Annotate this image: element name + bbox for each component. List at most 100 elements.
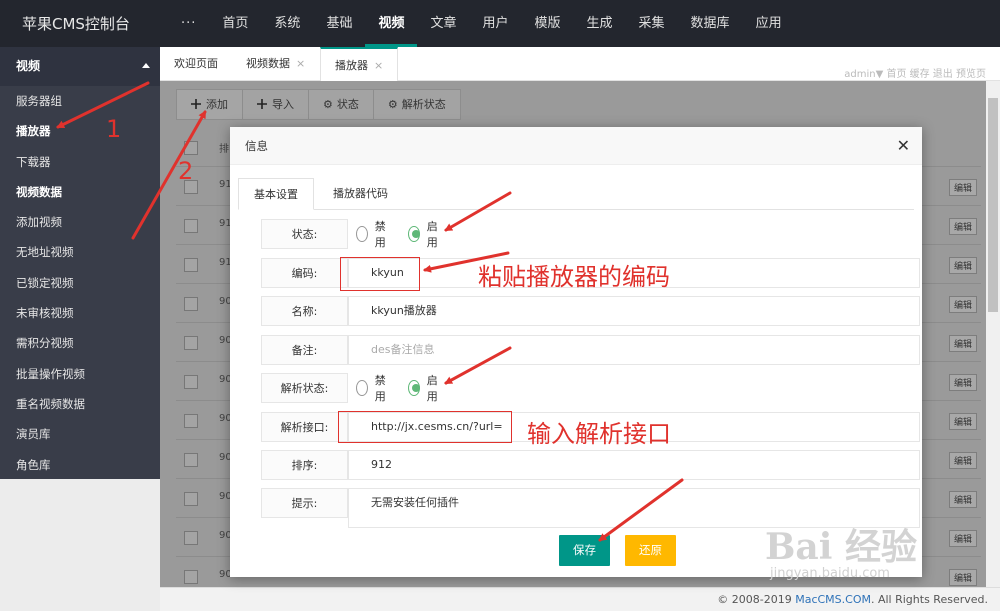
sidebar-item-add-video[interactable]: 添加视频 — [0, 207, 160, 237]
gear-icon: ⚙ — [323, 98, 333, 111]
sort-input[interactable]: 912 — [348, 450, 920, 480]
sidebar-item-player[interactable]: 播放器 — [0, 116, 160, 146]
tip-label: 提示: — [261, 488, 348, 518]
add-button[interactable]: 添加 — [176, 89, 243, 120]
edit-button[interactable]: 编辑 — [948, 374, 977, 391]
nav-database[interactable]: 数据库 — [678, 0, 743, 47]
header-user-links[interactable]: admin▼ 首页 缓存 退出 预览页 — [844, 65, 986, 80]
nav-generate[interactable]: 生成 — [574, 0, 626, 47]
tip-textarea[interactable]: 无需安装任何插件 — [348, 488, 920, 528]
sidebar-section-video[interactable]: 视频 — [0, 47, 160, 86]
radio-checked-icon — [408, 380, 420, 396]
parse-status-button[interactable]: ⚙ 解析状态 — [372, 89, 461, 120]
status-label: 状态: — [261, 219, 348, 249]
close-icon[interactable]: ✕ — [897, 136, 910, 155]
parse-disable-radio[interactable]: 禁用 — [356, 372, 390, 404]
nav-home[interactable]: 首页 — [209, 0, 261, 47]
reset-button[interactable]: 还原 — [625, 535, 676, 566]
tab-player-code[interactable]: 播放器代码 — [318, 178, 403, 210]
edit-button[interactable]: 编辑 — [948, 218, 977, 235]
copyright-suffix: . All Rights Reserved. — [870, 593, 988, 606]
sidebar-item-unreviewed-video[interactable]: 未审核视频 — [0, 298, 160, 328]
vertical-scrollbar[interactable] — [986, 81, 1000, 587]
edit-button[interactable]: 编辑 — [948, 413, 977, 430]
parse-enable-radio[interactable]: 启用 — [408, 372, 442, 404]
copyright: © 2008-2019 MacCMS.COM. All Rights Reser… — [717, 593, 988, 606]
nav-apps[interactable]: 应用 — [743, 0, 795, 47]
status-button-label: 状态 — [336, 98, 359, 111]
sidebar-item-roles[interactable]: 角色库 — [0, 450, 160, 480]
nav-template[interactable]: 模版 — [522, 0, 574, 47]
edit-button[interactable]: 编辑 — [948, 179, 977, 196]
dialog-title: 信息 — [230, 127, 922, 165]
sidebar-item-batch-video[interactable]: 批量操作视频 — [0, 359, 160, 389]
close-icon[interactable]: × — [296, 57, 305, 70]
edit-button[interactable]: 编辑 — [948, 491, 977, 508]
app-logo-title: 苹果CMS控制台 — [22, 15, 130, 33]
maccms-link[interactable]: MacCMS.COM — [795, 593, 871, 606]
sidebar-item-duplicate-video[interactable]: 重名视频数据 — [0, 389, 160, 419]
column-header-sort: 排 — [219, 144, 229, 155]
plus-icon — [191, 99, 201, 109]
sidebar-item-server-group[interactable]: 服务器组 — [0, 86, 160, 116]
sidebar-item-video-data[interactable]: 视频数据 — [0, 177, 160, 207]
row-checkbox[interactable] — [184, 414, 198, 428]
highlight-box-api — [338, 411, 512, 443]
code-input[interactable]: kkyun — [348, 258, 920, 288]
edit-button[interactable]: 编辑 — [948, 530, 977, 547]
copyright-prefix: © 2008-2019 — [717, 593, 796, 606]
sidebar-item-actors[interactable]: 演员库 — [0, 419, 160, 449]
save-button[interactable]: 保存 — [559, 535, 610, 566]
page-tabs: 欢迎页面 视频数据 × 播放器 × admin▼ 首页 缓存 退出 预览页 — [160, 47, 1000, 81]
tab-video-data[interactable]: 视频数据 × — [232, 47, 319, 81]
nav-system[interactable]: 系统 — [261, 0, 313, 47]
remark-input[interactable]: des备注信息 — [348, 335, 920, 365]
edit-button[interactable]: 编辑 — [948, 335, 977, 352]
radio-label: 禁用 — [374, 374, 386, 403]
nav-collect[interactable]: 采集 — [626, 0, 678, 47]
row-checkbox[interactable] — [184, 570, 198, 584]
status-button[interactable]: ⚙ 状态 — [308, 89, 374, 120]
sidebar-item-locked-video[interactable]: 已锁定视频 — [0, 268, 160, 298]
row-checkbox[interactable] — [184, 375, 198, 389]
sidebar-item-no-url-video[interactable]: 无地址视频 — [0, 237, 160, 267]
select-all-checkbox[interactable] — [184, 141, 198, 155]
radio-label: 启用 — [426, 220, 438, 249]
row-checkbox[interactable] — [184, 297, 198, 311]
sidebar-item-downloader[interactable]: 下载器 — [0, 147, 160, 177]
sidebar: 视频 服务器组 播放器 下载器 视频数据 添加视频 无地址视频 已锁定视频 未审… — [0, 47, 160, 611]
tab-basic-settings[interactable]: 基本设置 — [238, 178, 314, 210]
radio-circle-icon — [356, 226, 368, 242]
row-checkbox[interactable] — [184, 453, 198, 467]
tab-label: 欢迎页面 — [174, 57, 218, 70]
status-disable-radio[interactable]: 禁用 — [356, 218, 390, 250]
edit-button[interactable]: 编辑 — [948, 257, 977, 274]
more-menu-icon[interactable]: ··· — [168, 0, 209, 47]
parse-status-button-label: 解析状态 — [401, 98, 446, 111]
tab-player[interactable]: 播放器 × — [320, 47, 399, 81]
caret-up-icon — [142, 63, 150, 68]
row-checkbox[interactable] — [184, 531, 198, 545]
scrollbar-thumb[interactable] — [988, 98, 998, 312]
edit-button[interactable]: 编辑 — [948, 296, 977, 313]
row-checkbox[interactable] — [184, 258, 198, 272]
highlight-box-code — [340, 257, 420, 291]
name-input[interactable]: kkyun播放器 — [348, 296, 920, 326]
remark-label: 备注: — [261, 335, 348, 365]
status-enable-radio[interactable]: 启用 — [408, 218, 442, 250]
row-checkbox[interactable] — [184, 492, 198, 506]
row-checkbox[interactable] — [184, 219, 198, 233]
nav-video[interactable]: 视频 — [365, 0, 418, 47]
nav-user[interactable]: 用户 — [469, 0, 521, 47]
toolbar: 添加 导入 ⚙ 状态 ⚙ 解析状态 — [176, 89, 461, 120]
row-checkbox[interactable] — [184, 336, 198, 350]
nav-article[interactable]: 文章 — [417, 0, 469, 47]
close-icon[interactable]: × — [374, 59, 383, 72]
edit-button[interactable]: 编辑 — [948, 569, 977, 586]
sidebar-item-points-video[interactable]: 需积分视频 — [0, 328, 160, 358]
nav-basic[interactable]: 基础 — [313, 0, 365, 47]
import-button[interactable]: 导入 — [242, 89, 309, 120]
edit-button[interactable]: 编辑 — [948, 452, 977, 469]
tab-welcome[interactable]: 欢迎页面 — [160, 47, 232, 81]
row-checkbox[interactable] — [184, 180, 198, 194]
